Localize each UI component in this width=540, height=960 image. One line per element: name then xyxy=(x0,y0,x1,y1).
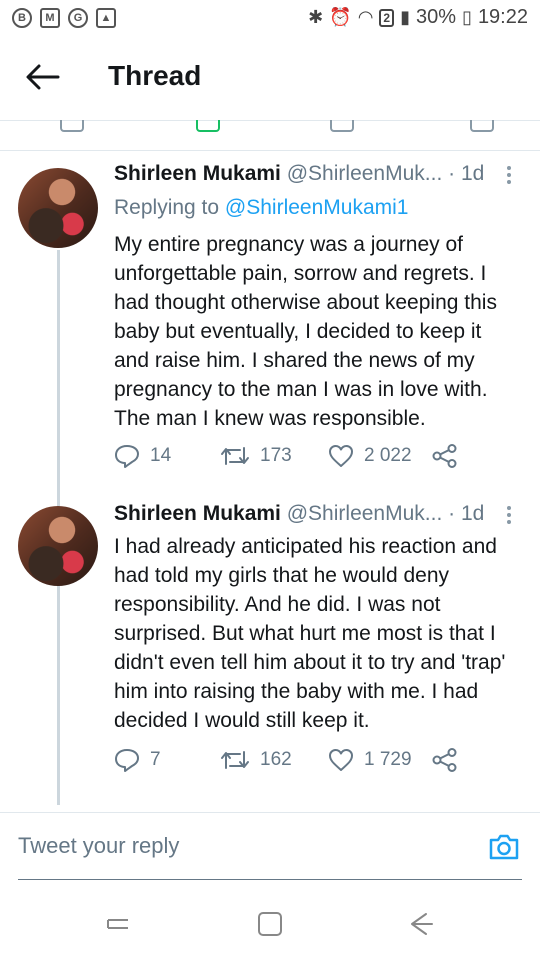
recent-apps-button[interactable] xyxy=(104,910,132,943)
back-nav-icon xyxy=(411,913,433,935)
reply-button[interactable]: 7 xyxy=(114,748,161,772)
separator-dot: · xyxy=(448,162,456,185)
tweet-actions: 7 162 1 729 xyxy=(114,748,534,778)
previous-tweet-actions xyxy=(0,120,540,151)
heart-icon xyxy=(329,445,353,467)
like-icon[interactable] xyxy=(330,120,354,132)
retweet-button[interactable]: 162 xyxy=(220,748,292,772)
b-icon: B xyxy=(12,8,32,28)
google-icon: G xyxy=(68,8,88,28)
retweet-icon[interactable] xyxy=(196,120,220,132)
like-count: 2 022 xyxy=(364,445,412,466)
back-button[interactable] xyxy=(24,62,60,92)
reply-icon xyxy=(115,445,139,468)
status-bar: B M G ▲ ✱ ⏰ ◠ 2 ▮ 30% ▯ 19:22 xyxy=(0,0,540,36)
wifi-icon: ◠ xyxy=(357,7,374,27)
reply-count: 7 xyxy=(150,749,161,770)
battery-icon: ▯ xyxy=(462,7,472,27)
alarm-icon: ⏰ xyxy=(329,7,352,27)
tweet-time: 1d xyxy=(460,162,485,185)
system-nav-bar xyxy=(0,890,540,960)
tweet-header: Shirleen Mukami @ShirleenMuk... · 1d xyxy=(114,502,524,532)
avatar[interactable] xyxy=(18,168,98,248)
recent-apps-icon xyxy=(107,919,128,929)
reply-icon xyxy=(115,749,139,772)
share-icon xyxy=(432,444,457,468)
share-button[interactable] xyxy=(432,748,458,772)
back-nav-button[interactable] xyxy=(406,910,434,943)
reply-bar xyxy=(0,812,540,883)
bluetooth-icon: ✱ xyxy=(308,7,324,27)
separator-dot: · xyxy=(448,502,456,525)
home-icon xyxy=(258,912,282,936)
tweet-actions: 14 173 2 022 xyxy=(114,444,534,474)
more-options-icon[interactable] xyxy=(506,506,512,528)
heart-icon xyxy=(329,749,353,771)
tweet-header: Shirleen Mukami @ShirleenMuk... · 1d xyxy=(114,162,524,192)
battery-level: 30% xyxy=(416,6,457,28)
signal-icon: ▮ xyxy=(400,7,410,27)
share-button[interactable] xyxy=(432,444,458,468)
share-icon xyxy=(432,748,457,772)
replying-handle-link[interactable]: @ShirleenMukami1 xyxy=(225,196,409,219)
like-button[interactable]: 2 022 xyxy=(328,444,412,468)
home-button[interactable] xyxy=(256,910,284,943)
retweet-count: 162 xyxy=(260,749,292,770)
retweet-button[interactable]: 173 xyxy=(220,444,292,468)
like-button[interactable]: 1 729 xyxy=(328,748,412,772)
sim-badge: 2 xyxy=(379,8,395,27)
replying-to: Replying to @ShirleenMukami1 xyxy=(114,196,408,220)
author-handle[interactable]: @ShirleenMuk... xyxy=(287,162,443,185)
camera-icon xyxy=(489,834,519,860)
app-header: Thread xyxy=(0,36,540,121)
more-options-icon[interactable] xyxy=(506,166,512,188)
author-name[interactable]: Shirleen Mukami xyxy=(114,502,281,525)
reply-button[interactable]: 14 xyxy=(114,444,171,468)
avatar[interactable] xyxy=(18,506,98,586)
image-icon: ▲ xyxy=(96,8,116,28)
tweet-text: I had already anticipated his reaction a… xyxy=(114,535,506,732)
replying-prefix: Replying to xyxy=(114,196,220,219)
camera-button[interactable] xyxy=(488,833,520,866)
author-handle[interactable]: @ShirleenMuk... xyxy=(287,502,443,525)
reply-icon[interactable] xyxy=(60,120,84,132)
retweet-count: 173 xyxy=(260,445,292,466)
arrow-left-icon xyxy=(26,64,60,90)
reply-input[interactable] xyxy=(18,813,522,880)
tweet-time: 1d xyxy=(460,502,485,525)
reply-count: 14 xyxy=(150,445,172,466)
author-name[interactable]: Shirleen Mukami xyxy=(114,162,281,185)
like-count: 1 729 xyxy=(364,749,412,770)
tweet-text: My entire pregnancy was a journey of unf… xyxy=(114,233,497,430)
share-icon[interactable] xyxy=(470,120,494,132)
retweet-icon xyxy=(221,447,249,465)
page-title: Thread xyxy=(108,60,202,91)
clock-time: 19:22 xyxy=(477,6,528,28)
gmail-icon: M xyxy=(40,8,60,28)
retweet-icon xyxy=(221,751,249,769)
